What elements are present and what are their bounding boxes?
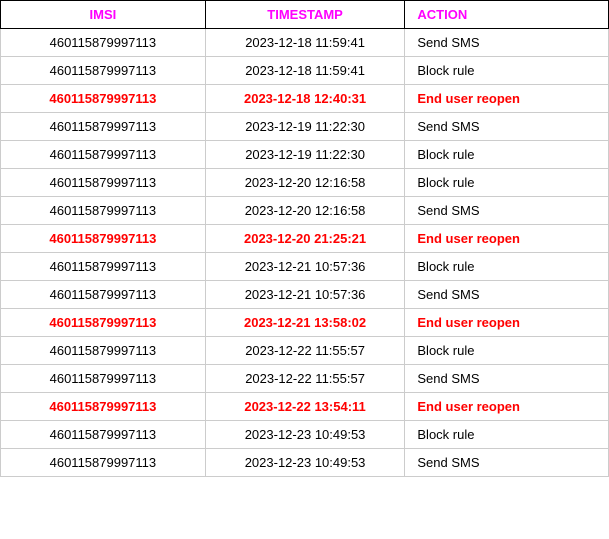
cell-action: End user reopen — [405, 85, 609, 113]
cell-action: Send SMS — [405, 29, 609, 57]
data-table: IMSI TIMESTAMP ACTION 460115879997113202… — [0, 0, 609, 477]
cell-action: Send SMS — [405, 449, 609, 477]
cell-timestamp: 2023-12-19 11:22:30 — [205, 141, 405, 169]
cell-timestamp: 2023-12-20 12:16:58 — [205, 197, 405, 225]
table-row: 4601158799971132023-12-22 13:54:11End us… — [1, 393, 609, 421]
table-row: 4601158799971132023-12-23 10:49:53Send S… — [1, 449, 609, 477]
table-row: 4601158799971132023-12-19 11:22:30Send S… — [1, 113, 609, 141]
cell-timestamp: 2023-12-19 11:22:30 — [205, 113, 405, 141]
cell-timestamp: 2023-12-23 10:49:53 — [205, 421, 405, 449]
table-header-row: IMSI TIMESTAMP ACTION — [1, 1, 609, 29]
cell-imsi: 460115879997113 — [1, 113, 206, 141]
cell-timestamp: 2023-12-22 11:55:57 — [205, 337, 405, 365]
cell-imsi: 460115879997113 — [1, 281, 206, 309]
cell-timestamp: 2023-12-22 11:55:57 — [205, 365, 405, 393]
cell-imsi: 460115879997113 — [1, 421, 206, 449]
table-row: 4601158799971132023-12-20 21:25:21End us… — [1, 225, 609, 253]
cell-action: End user reopen — [405, 309, 609, 337]
cell-imsi: 460115879997113 — [1, 57, 206, 85]
cell-timestamp: 2023-12-20 12:16:58 — [205, 169, 405, 197]
cell-action: End user reopen — [405, 393, 609, 421]
cell-timestamp: 2023-12-18 12:40:31 — [205, 85, 405, 113]
table-row: 4601158799971132023-12-21 10:57:36Block … — [1, 253, 609, 281]
cell-imsi: 460115879997113 — [1, 197, 206, 225]
cell-imsi: 460115879997113 — [1, 141, 206, 169]
table-row: 4601158799971132023-12-22 11:55:57Block … — [1, 337, 609, 365]
cell-action: Send SMS — [405, 113, 609, 141]
table-row: 4601158799971132023-12-18 12:40:31End us… — [1, 85, 609, 113]
cell-imsi: 460115879997113 — [1, 85, 206, 113]
cell-timestamp: 2023-12-18 11:59:41 — [205, 29, 405, 57]
cell-action: Block rule — [405, 169, 609, 197]
cell-action: End user reopen — [405, 225, 609, 253]
table-row: 4601158799971132023-12-21 13:58:02End us… — [1, 309, 609, 337]
table-row: 4601158799971132023-12-22 11:55:57Send S… — [1, 365, 609, 393]
table-row: 4601158799971132023-12-20 12:16:58Send S… — [1, 197, 609, 225]
cell-imsi: 460115879997113 — [1, 365, 206, 393]
table-row: 4601158799971132023-12-23 10:49:53Block … — [1, 421, 609, 449]
cell-timestamp: 2023-12-22 13:54:11 — [205, 393, 405, 421]
cell-imsi: 460115879997113 — [1, 309, 206, 337]
header-action: ACTION — [405, 1, 609, 29]
table-row: 4601158799971132023-12-21 10:57:36Send S… — [1, 281, 609, 309]
table-row: 4601158799971132023-12-20 12:16:58Block … — [1, 169, 609, 197]
cell-imsi: 460115879997113 — [1, 169, 206, 197]
cell-imsi: 460115879997113 — [1, 449, 206, 477]
cell-action: Send SMS — [405, 365, 609, 393]
cell-action: Send SMS — [405, 281, 609, 309]
cell-action: Block rule — [405, 337, 609, 365]
cell-timestamp: 2023-12-20 21:25:21 — [205, 225, 405, 253]
cell-action: Block rule — [405, 253, 609, 281]
cell-timestamp: 2023-12-21 10:57:36 — [205, 253, 405, 281]
cell-action: Block rule — [405, 57, 609, 85]
header-imsi: IMSI — [1, 1, 206, 29]
table-row: 4601158799971132023-12-18 11:59:41Send S… — [1, 29, 609, 57]
table-body: 4601158799971132023-12-18 11:59:41Send S… — [1, 29, 609, 477]
cell-timestamp: 2023-12-18 11:59:41 — [205, 57, 405, 85]
cell-timestamp: 2023-12-21 10:57:36 — [205, 281, 405, 309]
cell-timestamp: 2023-12-21 13:58:02 — [205, 309, 405, 337]
cell-imsi: 460115879997113 — [1, 393, 206, 421]
cell-action: Block rule — [405, 421, 609, 449]
table-row: 4601158799971132023-12-18 11:59:41Block … — [1, 57, 609, 85]
cell-action: Send SMS — [405, 197, 609, 225]
table-row: 4601158799971132023-12-19 11:22:30Block … — [1, 141, 609, 169]
cell-action: Block rule — [405, 141, 609, 169]
cell-imsi: 460115879997113 — [1, 337, 206, 365]
cell-imsi: 460115879997113 — [1, 253, 206, 281]
cell-imsi: 460115879997113 — [1, 225, 206, 253]
cell-imsi: 460115879997113 — [1, 29, 206, 57]
header-timestamp: TIMESTAMP — [205, 1, 405, 29]
cell-timestamp: 2023-12-23 10:49:53 — [205, 449, 405, 477]
